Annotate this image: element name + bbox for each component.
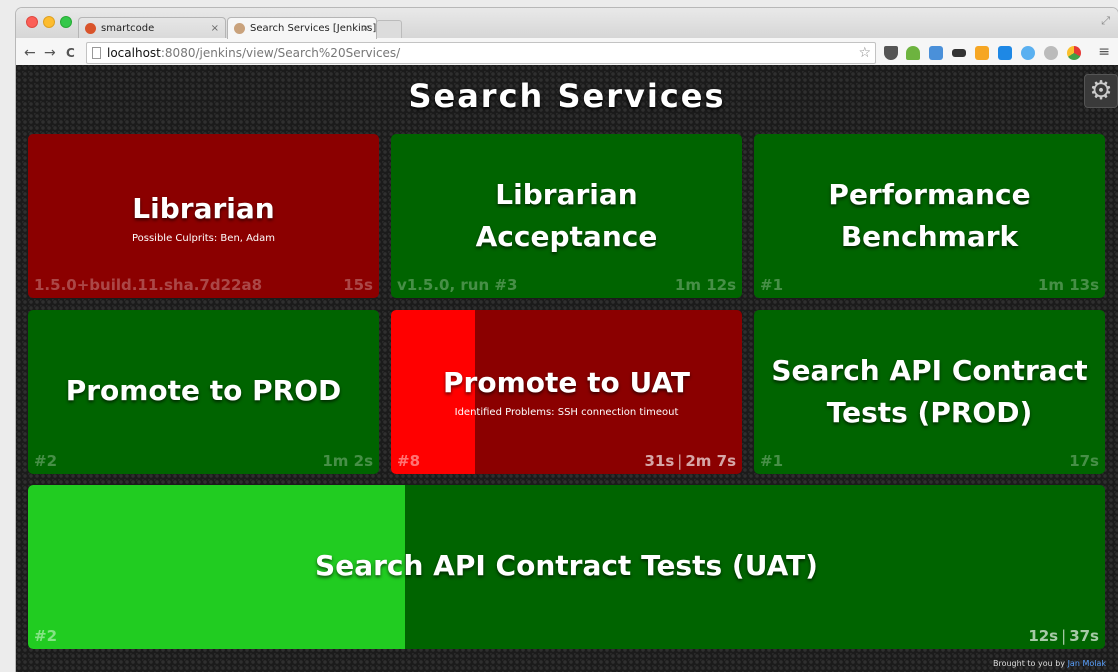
- job-name-line-1: Librarian: [495, 178, 638, 211]
- credit-text: Brought to you by: [992, 659, 1066, 668]
- glasses-icon[interactable]: [952, 49, 966, 57]
- job-build-number: #2: [34, 627, 58, 645]
- forward-button[interactable]: →: [44, 43, 56, 63]
- job-name-line-1: Performance: [828, 178, 1031, 211]
- fullscreen-icon[interactable]: ⤢: [1101, 14, 1110, 28]
- job-build-number: #1: [760, 452, 784, 470]
- gear-icon[interactable]: ⚙: [1084, 74, 1118, 108]
- job-build-number: #2: [34, 452, 58, 470]
- duration-separator: |: [1061, 627, 1067, 645]
- job-culprits: Possible Culprits: Ben, Adam: [131, 233, 276, 244]
- job-duration: 1m 2s: [322, 452, 373, 470]
- check-icon[interactable]: [998, 46, 1012, 60]
- job-build-number: 1.5.0+build.11.sha.7d22a8: [34, 276, 263, 294]
- job-problems: Identified Problems: SSH connection time…: [454, 407, 679, 418]
- tab-search-services[interactable]: Search Services [Jenkins] ×: [227, 17, 377, 39]
- zoom-window-button[interactable]: [60, 16, 72, 28]
- job-duration: 1m 13s: [1037, 276, 1099, 294]
- expected-time: 37s: [1069, 627, 1099, 645]
- tab-close-icon[interactable]: ×: [211, 18, 219, 40]
- star-icon[interactable]: ☆: [858, 43, 871, 63]
- tab-smartcode[interactable]: smartcode ×: [78, 17, 226, 39]
- build-monitor: Search Services ⚙ Librarian Possible Cul…: [16, 65, 1118, 672]
- job-name: Librarian: [132, 192, 275, 225]
- credit-footer: Brought to you by Jan Molak: [993, 659, 1106, 668]
- job-tile-promote-to-prod[interactable]: Promote to PROD #2 1m 2s: [28, 310, 379, 474]
- job-build-number: #8: [397, 452, 421, 470]
- jenkins-favicon-icon: [234, 23, 245, 34]
- page-title: Search Services: [408, 77, 726, 115]
- address-path: :8080/jenkins/view/Search%20Services/: [160, 46, 401, 60]
- job-name: Search API Contract Tests (UAT): [315, 549, 818, 582]
- pocket-icon[interactable]: [884, 46, 898, 60]
- expected-time: 2m 7s: [685, 452, 736, 470]
- job-name-line-2: Tests (PROD): [826, 396, 1033, 429]
- page-icon: [92, 47, 101, 59]
- job-duration: 31s | 2m 7s: [644, 452, 736, 470]
- job-duration: 17s: [1069, 452, 1099, 470]
- tab-label: Search Services [Jenkins]: [250, 23, 377, 34]
- smartcode-favicon-icon: [85, 23, 96, 34]
- job-name-line-2: Benchmark: [840, 220, 1019, 253]
- tree-icon[interactable]: [906, 46, 920, 60]
- menu-icon[interactable]: ≡: [1098, 44, 1110, 60]
- job-build-number: #1: [760, 276, 784, 294]
- job-duration: 15s: [343, 276, 373, 294]
- title-bar: smartcode × Search Services [Jenkins] × …: [16, 8, 1118, 39]
- back-button[interactable]: ←: [24, 43, 36, 63]
- job-tile-librarian[interactable]: Librarian Possible Culprits: Ben, Adam 1…: [28, 134, 379, 298]
- tab-label: smartcode: [101, 23, 155, 34]
- browser-window: smartcode × Search Services [Jenkins] × …: [16, 8, 1118, 672]
- job-name-line-2: Acceptance: [475, 220, 658, 253]
- job-tile-search-api-contract-tests-prod[interactable]: Search API Contract Tests (PROD) #1 17s: [754, 310, 1105, 474]
- duration-separator: |: [677, 452, 683, 470]
- job-tile-librarian-acceptance[interactable]: Librarian Acceptance v1.5.0, run #3 1m 1…: [391, 134, 742, 298]
- job-name-line-1: Search API Contract: [771, 354, 1088, 387]
- new-tab-button[interactable]: [376, 20, 402, 38]
- address-bar[interactable]: localhost:8080/jenkins/view/Search%20Ser…: [86, 42, 876, 64]
- translate-icon[interactable]: [929, 46, 943, 60]
- puzzle-icon[interactable]: [1021, 46, 1035, 60]
- job-duration: 1m 12s: [674, 276, 736, 294]
- minimize-window-button[interactable]: [43, 16, 55, 28]
- chrome-icon[interactable]: [1067, 46, 1081, 60]
- close-window-button[interactable]: [26, 16, 38, 28]
- elapsed-time: 12s: [1028, 627, 1059, 645]
- job-tile-promote-to-uat[interactable]: Promote to UAT Identified Problems: SSH …: [391, 310, 742, 474]
- browser-toolbar: ← → C localhost:8080/jenkins/view/Search…: [16, 38, 1118, 68]
- elapsed-time: 31s: [644, 452, 675, 470]
- job-tile-search-api-contract-tests-uat[interactable]: Search API Contract Tests (UAT) #2 12s | 3…: [28, 485, 1105, 649]
- job-duration: 12s | 37s: [1028, 627, 1099, 645]
- reload-button[interactable]: C: [66, 43, 75, 63]
- author-link[interactable]: Jan Molak: [1068, 659, 1106, 668]
- address-host: localhost: [107, 46, 161, 60]
- job-name: Promote to UAT: [443, 366, 690, 399]
- job-tile-performance-benchmark[interactable]: Performance Benchmark #1 1m 13s: [754, 134, 1105, 298]
- shield-icon[interactable]: [1044, 46, 1058, 60]
- tab-close-icon[interactable]: ×: [362, 18, 370, 40]
- jb-icon[interactable]: [975, 46, 989, 60]
- job-build-number: v1.5.0, run #3: [397, 276, 518, 294]
- job-name: Promote to PROD: [65, 374, 342, 407]
